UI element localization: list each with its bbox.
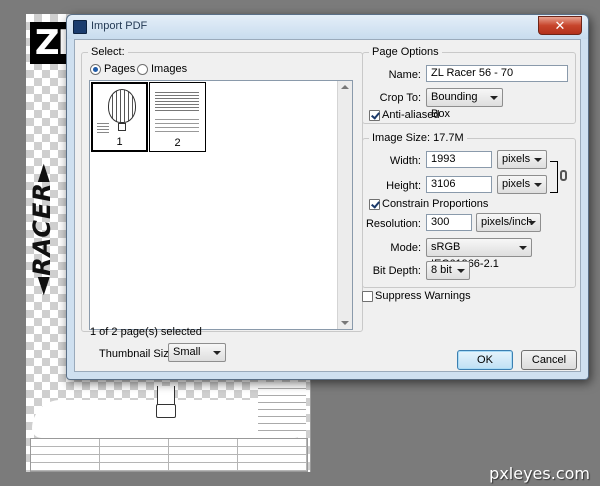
constrain-proportions-label[interactable]: Constrain Proportions xyxy=(382,198,488,210)
chevron-down-icon xyxy=(528,221,536,225)
scroll-down-arrow-icon[interactable] xyxy=(341,321,349,325)
suppress-warnings-checkbox[interactable] xyxy=(362,291,373,302)
spec-table-grid xyxy=(30,438,308,472)
selection-status: 1 of 2 page(s) selected xyxy=(90,326,202,338)
images-radio-label[interactable]: Images xyxy=(151,63,187,75)
thumbnail-list[interactable]: 1 2 xyxy=(89,80,353,330)
page-thumbnail-1[interactable]: 1 xyxy=(91,82,148,152)
crop-to-dropdown[interactable]: Bounding Box xyxy=(426,88,503,120)
image-size-legend: Image Size: 17.7M xyxy=(372,132,464,144)
suppress-warnings-label[interactable]: Suppress Warnings xyxy=(375,290,471,302)
vertical-scrollbar[interactable] xyxy=(337,81,352,329)
bit-depth-label: Bit Depth: xyxy=(372,265,421,277)
chain-link-icon xyxy=(560,170,567,181)
thumbnail-label-1: 1 xyxy=(116,136,123,148)
chevron-down-icon xyxy=(519,246,527,250)
width-input[interactable]: 1993 xyxy=(426,151,492,168)
pages-radio[interactable] xyxy=(90,64,101,75)
name-input[interactable]: ZL Racer 56 - 70 xyxy=(426,65,568,82)
balloon-drawing xyxy=(108,89,136,123)
chevron-down-icon xyxy=(490,96,498,100)
width-unit-dropdown[interactable]: pixels xyxy=(497,150,547,169)
constrain-proportions-checkbox[interactable] xyxy=(369,199,380,210)
page-thumbnail-2[interactable]: 2 xyxy=(149,82,206,152)
import-pdf-dialog: Import PDF ✕ Select: Pages Images 1 2 1 … xyxy=(66,14,589,380)
height-input[interactable]: 3106 xyxy=(426,176,492,193)
scroll-up-arrow-icon[interactable] xyxy=(341,85,349,89)
mode-label: Mode: xyxy=(390,242,421,254)
anti-aliased-label[interactable]: Anti-aliased xyxy=(382,109,439,121)
notes-block xyxy=(258,382,306,434)
dialog-title: Import PDF xyxy=(91,20,148,32)
pages-radio-label[interactable]: Pages xyxy=(104,63,135,75)
chevron-down-icon xyxy=(213,351,221,355)
height-unit-dropdown[interactable]: pixels xyxy=(497,175,547,194)
cancel-button[interactable]: Cancel xyxy=(521,350,577,370)
resolution-label: Resolution: xyxy=(365,218,421,230)
thumbnail-size-label: Thumbnail Size: xyxy=(99,348,178,360)
ok-button[interactable]: OK xyxy=(457,350,513,370)
crop-to-label: Crop To: xyxy=(379,92,421,104)
resolution-unit-dropdown[interactable]: pixels/inch xyxy=(476,213,541,232)
racer-vertical-text: ◄RACER► xyxy=(28,162,56,296)
name-label: Name: xyxy=(388,69,421,81)
proportion-link-bracket xyxy=(550,161,558,193)
watermark: pxleyes.com xyxy=(489,464,590,483)
title-bar[interactable]: Import PDF ✕ xyxy=(67,15,588,39)
photoshop-app-icon xyxy=(73,20,87,34)
anti-aliased-checkbox[interactable] xyxy=(369,110,380,121)
balloon-basket-drawing xyxy=(156,386,176,418)
dialog-body: Select: Pages Images 1 2 1 of 2 page(s) … xyxy=(74,39,581,372)
chevron-down-icon xyxy=(534,158,542,162)
mode-dropdown[interactable]: sRGB IEC61966-2.1 xyxy=(426,238,532,270)
chevron-down-icon xyxy=(457,269,465,273)
resolution-input[interactable]: 300 xyxy=(426,214,472,231)
close-button[interactable]: ✕ xyxy=(538,16,582,35)
select-legend: Select: xyxy=(91,46,125,58)
thumbnail-label-2: 2 xyxy=(174,137,181,149)
thumbnail-size-dropdown[interactable]: Small xyxy=(168,343,226,362)
page-options-legend: Page Options xyxy=(372,46,439,58)
height-label: Height: xyxy=(386,180,421,192)
bit-depth-dropdown[interactable]: 8 bit xyxy=(426,261,470,280)
chevron-down-icon xyxy=(534,183,542,187)
width-label: Width: xyxy=(389,155,421,167)
images-radio[interactable] xyxy=(137,64,148,75)
